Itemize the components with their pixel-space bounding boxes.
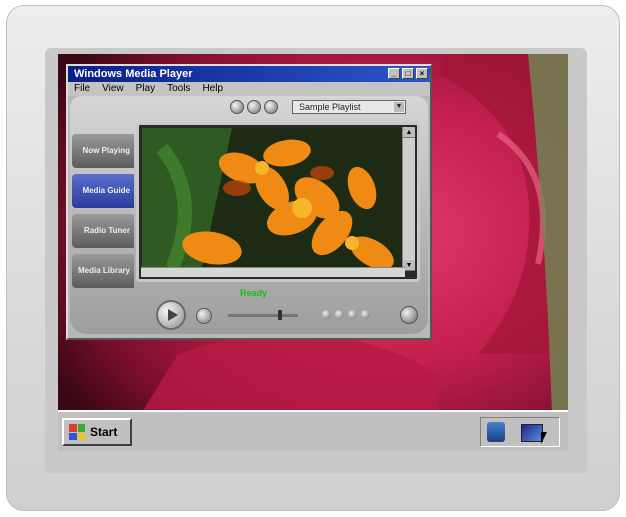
transport-controls [322,310,370,319]
next-track-icon[interactable] [361,310,370,319]
taskbar: Start [58,410,568,451]
previous-track-icon[interactable] [322,310,331,319]
video-vertical-scrollbar[interactable]: ▲ ▼ [402,127,415,271]
menu-bar: File View Play Tools Help [68,82,430,96]
volume-icon[interactable] [400,306,418,324]
display-icon[interactable] [521,424,543,442]
chevron-down-icon[interactable]: ▼ [394,102,404,112]
menu-help[interactable]: Help [202,82,223,96]
taskbar-nav: Now Playing Media Guide Radio Tuner Medi… [72,134,134,302]
mouse-cursor-icon [541,432,547,444]
stop-icon[interactable] [264,100,278,114]
forward-icon[interactable] [247,100,261,114]
maximize-button[interactable]: □ [402,68,414,79]
status-text: Ready [240,288,268,298]
nav-media-guide[interactable]: Media Guide [72,174,134,208]
seek-slider-thumb[interactable] [278,310,282,320]
media-player-window[interactable]: Windows Media Player _ □ × File View Pla… [66,64,432,340]
scroll-up-icon[interactable]: ▲ [403,127,415,138]
window-title: Windows Media Player [74,68,193,80]
video-pane[interactable]: ▲ ▼ [136,122,420,282]
seek-slider[interactable] [228,310,298,320]
back-icon[interactable] [230,100,244,114]
menu-view[interactable]: View [102,82,124,96]
playlist-name: Sample Playlist [299,102,361,112]
menu-play[interactable]: Play [136,82,155,96]
nav-now-playing[interactable]: Now Playing [72,134,134,168]
menu-tools[interactable]: Tools [167,82,190,96]
rewind-icon[interactable] [335,310,344,319]
system-tray [480,417,560,447]
playlist-dropdown[interactable]: Sample Playlist ▼ [292,100,406,114]
start-label: Start [90,425,118,439]
window-title-bar[interactable]: Windows Media Player _ □ × [68,66,430,82]
windows-logo-icon [69,424,85,440]
player-skin: Sample Playlist ▼ Now Playing Media Guid… [70,96,428,334]
video-flower-image [142,128,404,268]
nav-radio-tuner[interactable]: Radio Tuner [72,214,134,248]
minimize-button[interactable]: _ [388,68,400,79]
stop-button[interactable] [196,308,212,324]
play-button[interactable] [156,300,186,330]
menu-file[interactable]: File [74,82,90,96]
media-player-icon[interactable] [487,422,505,442]
video-horizontal-scrollbar[interactable] [141,267,405,277]
fast-forward-icon[interactable] [348,310,357,319]
nav-media-library[interactable]: Media Library [72,254,134,288]
close-button[interactable]: × [416,68,428,79]
start-button[interactable]: Start [62,418,132,446]
desktop-screen: Windows Media Player _ □ × File View Pla… [58,54,568,451]
